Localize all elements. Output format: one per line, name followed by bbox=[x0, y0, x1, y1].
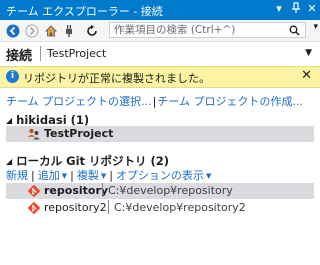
server-section-title: hikidasi (1) bbox=[16, 113, 90, 127]
dropdown-arrow-icon[interactable]: ▼ bbox=[206, 172, 211, 180]
notification-bar: i リポジトリが正常に複製されました。 ✕ bbox=[0, 66, 320, 88]
create-project-link[interactable]: チーム プロジェクトの作成... bbox=[157, 95, 303, 108]
page-title: 接続 bbox=[6, 49, 33, 64]
search-box[interactable]: ▾ bbox=[109, 22, 318, 38]
dropdown-arrow-icon[interactable]: ▼ bbox=[62, 172, 67, 180]
git-actions: 新規 | 追加 ▼ | 複製 ▼ | オプションの表示 ▼ bbox=[6, 169, 212, 182]
page-subtitle: TestProject bbox=[47, 47, 107, 60]
project-name: TestProject bbox=[44, 127, 114, 140]
title-bar: チーム エクスプローラー - 接続 ▾ ✕ bbox=[0, 0, 320, 20]
back-icon[interactable] bbox=[5, 23, 20, 38]
project-links: チーム プロジェクトの選択...|チーム プロジェクトの作成... bbox=[6, 93, 303, 109]
close-icon[interactable]: ✕ bbox=[305, 2, 319, 16]
repository-row[interactable]: repository C:¥develop¥repository bbox=[6, 183, 314, 199]
window-title: チーム エクスプローラー - 接続 bbox=[6, 5, 163, 18]
show-options-link[interactable]: オプションの表示 ▼ bbox=[116, 169, 211, 182]
dropdown-arrow-icon[interactable]: ▼ bbox=[101, 172, 106, 180]
collapse-arrow-icon[interactable]: ◢ bbox=[6, 157, 12, 166]
pin-icon[interactable] bbox=[289, 2, 303, 16]
home-icon[interactable] bbox=[43, 23, 58, 38]
window-menu-icon[interactable]: ▾ bbox=[272, 2, 286, 16]
row-divider bbox=[108, 200, 109, 214]
close-notification-icon[interactable]: ✕ bbox=[301, 68, 312, 83]
repository-path: C:¥develop¥repository2 bbox=[114, 201, 246, 214]
search-input[interactable] bbox=[110, 23, 284, 37]
git-section-title: ローカル Git リポジトリ (2) bbox=[16, 154, 170, 168]
info-icon: i bbox=[6, 70, 19, 83]
project-row-testproject[interactable]: TestProject bbox=[6, 126, 314, 142]
clone-repo-link[interactable]: 複製 ▼ bbox=[77, 169, 106, 182]
collapse-arrow-icon[interactable]: ◢ bbox=[6, 116, 12, 125]
select-project-link[interactable]: チーム プロジェクトの選択... bbox=[6, 95, 152, 108]
server-section-header[interactable]: ◢ hikidasi (1) bbox=[6, 113, 89, 127]
git-icon bbox=[27, 201, 41, 218]
refresh-icon[interactable] bbox=[84, 23, 99, 38]
search-dropdown-icon[interactable]: ▾ bbox=[313, 22, 318, 32]
plug-icon[interactable] bbox=[61, 23, 76, 38]
page-header: 接続 TestProject ▼ bbox=[0, 42, 320, 65]
repository-row[interactable]: repository2 C:¥develop¥repository2 bbox=[6, 200, 314, 216]
header-divider bbox=[40, 46, 41, 61]
repository-path: C:¥develop¥repository bbox=[108, 184, 233, 197]
notification-message: リポジトリが正常に複製されました。 bbox=[23, 72, 210, 85]
git-icon bbox=[27, 184, 41, 201]
repository-name: repository2 bbox=[44, 201, 107, 214]
toolbar: ▾ bbox=[0, 20, 320, 42]
repository-name: repository bbox=[44, 184, 109, 197]
forward-icon[interactable] bbox=[24, 23, 39, 38]
search-icon[interactable] bbox=[289, 25, 300, 36]
new-repo-link[interactable]: 新規 bbox=[6, 169, 28, 182]
project-icon bbox=[27, 127, 41, 144]
row-divider bbox=[102, 183, 103, 197]
add-repo-link[interactable]: 追加 ▼ bbox=[38, 169, 67, 182]
header-dropdown-icon[interactable]: ▼ bbox=[305, 48, 312, 58]
